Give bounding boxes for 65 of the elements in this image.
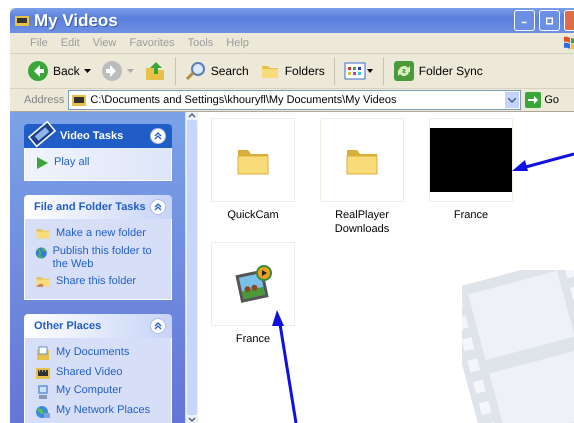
- collapse-button[interactable]: [150, 318, 166, 334]
- scroll-up-icon: [188, 112, 196, 118]
- play-icon: [35, 156, 49, 170]
- task-link[interactable]: Make a new folder: [56, 227, 146, 240]
- file-thumbnail[interactable]: [211, 118, 295, 202]
- maximize-button[interactable]: [539, 10, 560, 31]
- search-icon: [184, 60, 207, 82]
- scroll-thumb[interactable]: [187, 120, 197, 415]
- scroll-down-icon: [188, 417, 196, 423]
- shared-folder-icon: [35, 275, 51, 289]
- documents-icon: [35, 346, 51, 362]
- sync-button[interactable]: Folder Sync: [390, 60, 486, 82]
- sync-icon: [392, 60, 415, 82]
- address-field[interactable]: C:\Documents and Settings\khouryfl\My Documents\My Videos: [68, 90, 522, 110]
- panel-header: Other Places: [24, 314, 172, 338]
- task-link[interactable]: My Network Places: [56, 404, 150, 417]
- globe-icon: [35, 245, 48, 261]
- video-folder-icon: [71, 93, 88, 107]
- task-link[interactable]: Publish this folder to the Web: [52, 245, 165, 271]
- menu-item[interactable]: Tools: [182, 37, 220, 49]
- menu-item[interactable]: Edit: [54, 37, 86, 49]
- chevron-down-icon: [508, 98, 516, 102]
- close-button[interactable]: [564, 10, 574, 31]
- chevron-up-icon: [154, 203, 162, 211]
- folders-button[interactable]: Folders: [256, 60, 328, 82]
- minimize-button[interactable]: [514, 10, 535, 31]
- menu-item[interactable]: Help: [220, 37, 255, 49]
- task-link[interactable]: Share this folder: [56, 275, 136, 288]
- network-icon: [35, 404, 51, 420]
- collapse-button[interactable]: [150, 199, 166, 215]
- chevron-up-icon: [154, 132, 162, 140]
- back-icon: [27, 60, 49, 82]
- folder-up-icon: [144, 60, 166, 82]
- menu-item[interactable]: Favorites: [123, 37, 181, 49]
- task-link[interactable]: Shared Video: [56, 366, 122, 379]
- dropdown-arrow-icon: [84, 69, 91, 73]
- file-thumbnail[interactable]: [320, 118, 404, 202]
- file-thumbnail[interactable]: [211, 242, 295, 326]
- chevron-up-icon: [154, 322, 162, 330]
- video-folder-icon: [35, 366, 51, 380]
- file-thumbnail[interactable]: [429, 118, 513, 202]
- file-name: France: [452, 208, 490, 223]
- forward-icon: [100, 60, 123, 82]
- folder-icon: [35, 227, 51, 241]
- collapse-button[interactable]: [150, 128, 166, 144]
- dropdown-arrow-icon: [126, 69, 134, 73]
- computer-icon: [35, 384, 51, 400]
- task-link[interactable]: My Documents: [56, 346, 130, 359]
- dropdown-button[interactable]: [505, 92, 520, 108]
- back-button[interactable]: Back: [24, 60, 94, 82]
- address-label: Address: [24, 94, 64, 106]
- task-link[interactable]: Play all: [54, 156, 90, 169]
- menu-item[interactable]: View: [86, 37, 122, 49]
- window-folder-icon: [14, 14, 30, 28]
- search-button[interactable]: Search: [182, 60, 252, 82]
- file-name: QuickCam: [226, 208, 280, 223]
- file-name: France: [234, 332, 272, 347]
- menu-item[interactable]: File: [24, 37, 54, 49]
- go-button[interactable]: Go: [525, 92, 562, 108]
- task-link[interactable]: My Computer: [56, 384, 122, 397]
- window-title: My Videos: [34, 10, 119, 30]
- media-file-icon: [233, 264, 273, 304]
- maximize-icon: [546, 16, 553, 26]
- panel-header: File and Folder Tasks: [24, 195, 172, 219]
- file-name: RealPlayer Downloads: [334, 208, 390, 237]
